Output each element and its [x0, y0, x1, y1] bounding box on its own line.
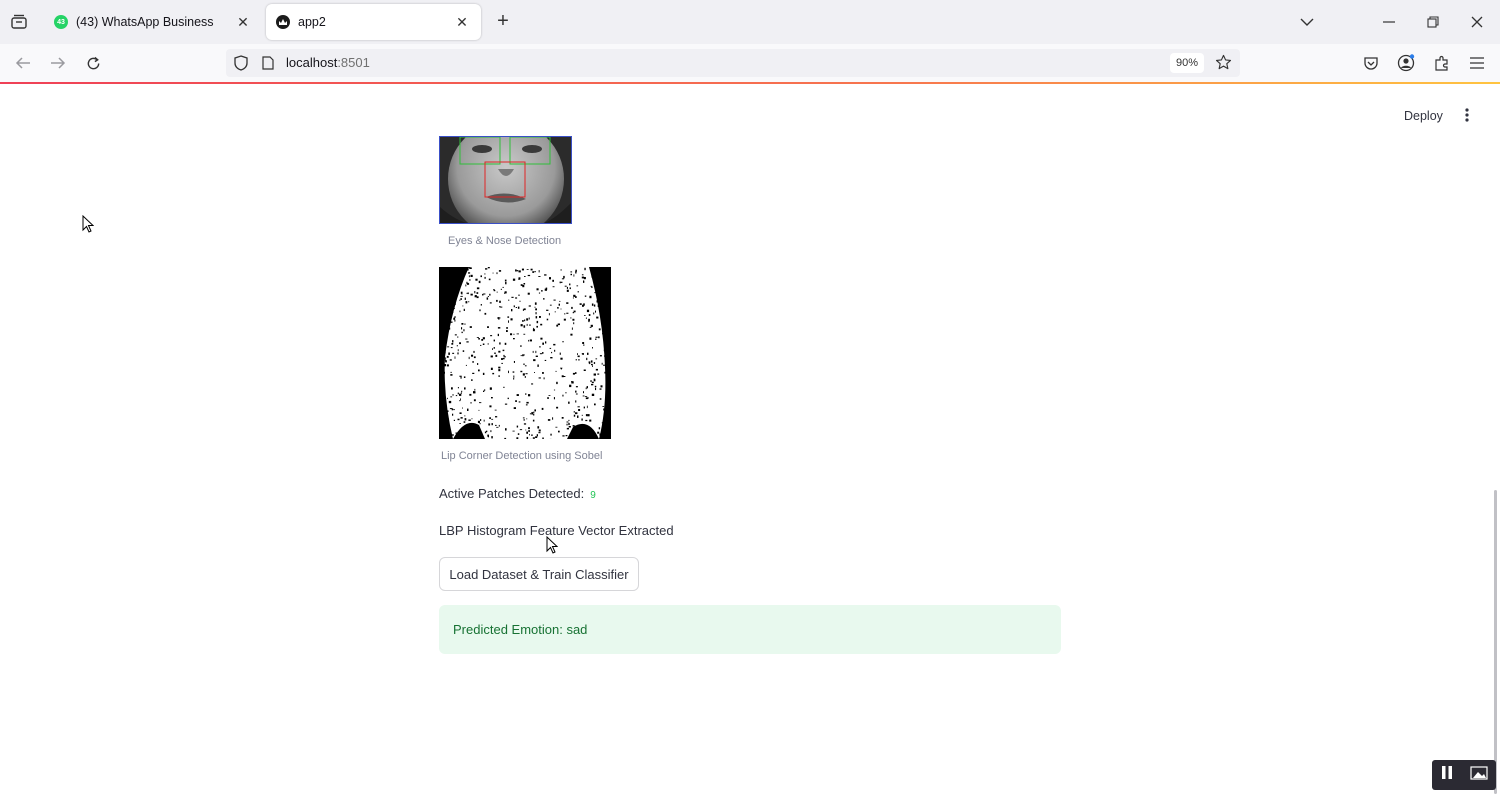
streamlit-crown-icon [276, 15, 290, 29]
tab-list-icon[interactable] [6, 9, 32, 35]
extensions-puzzle-icon[interactable] [1429, 50, 1455, 76]
zoom-level-badge[interactable]: 90% [1170, 53, 1204, 73]
page-scrollbar[interactable] [1494, 490, 1497, 794]
lip-corner-caption: Lip Corner Detection using Sobel [441, 450, 603, 462]
load-dataset-train-button[interactable]: Load Dataset & Train Classifier [439, 557, 639, 591]
whatsapp-badge-icon: 43 [54, 15, 68, 29]
deploy-button[interactable]: Deploy [1398, 105, 1449, 127]
browser-tab-bar: 43 (43) WhatsApp Business ✕ app2 ✕ + [0, 0, 1500, 44]
page-load-progress-line [0, 82, 1500, 84]
pause-icon[interactable] [1441, 766, 1453, 784]
url-text[interactable]: localhost:8501 [286, 55, 370, 70]
app-menu-hamburger-icon[interactable] [1464, 50, 1490, 76]
screen-recorder-controls [1432, 760, 1496, 790]
pocket-icon[interactable] [1358, 50, 1384, 76]
eyes-nose-detection-image [439, 136, 572, 224]
tab-title: (43) WhatsApp Business [76, 15, 214, 29]
browser-nav-bar: localhost:8501 90% [0, 44, 1500, 82]
main-menu-kebab-icon[interactable] [1458, 104, 1476, 126]
page-info-icon[interactable] [262, 56, 274, 75]
close-tab-icon[interactable]: ✕ [234, 13, 252, 31]
lip-corner-sobel-image [439, 267, 611, 439]
prediction-text: Predicted Emotion: sad [453, 622, 588, 637]
tab-title: app2 [298, 15, 326, 29]
new-tab-plus-icon[interactable]: + [492, 10, 514, 32]
mouse-cursor-icon [546, 536, 558, 554]
close-window-icon[interactable] [1463, 8, 1491, 36]
account-icon[interactable] [1393, 50, 1419, 76]
reload-icon[interactable] [80, 50, 106, 76]
tab-whatsapp-business[interactable]: 43 (43) WhatsApp Business ✕ [44, 4, 262, 40]
active-patches-text: Active Patches Detected: 9 [439, 486, 596, 501]
prediction-success-alert: Predicted Emotion: sad [439, 605, 1061, 654]
list-all-tabs-chevron-icon[interactable] [1293, 8, 1321, 36]
lbp-status-text: LBP Histogram Feature Vector Extracted [439, 523, 674, 538]
tab-app2[interactable]: app2 ✕ [266, 4, 481, 40]
active-patches-value: 9 [590, 490, 596, 501]
active-patches-label: Active Patches Detected: [439, 486, 585, 501]
mouse-cursor-icon [82, 215, 94, 233]
restore-icon[interactable] [1419, 8, 1447, 36]
back-arrow-icon[interactable] [10, 50, 36, 76]
shield-icon[interactable] [234, 55, 248, 76]
url-host: localhost [286, 55, 338, 70]
url-port: :8501 [337, 55, 370, 70]
picture-icon[interactable] [1469, 765, 1488, 785]
forward-arrow-icon[interactable] [45, 50, 71, 76]
bookmark-star-icon[interactable] [1215, 54, 1232, 76]
eyes-nose-caption: Eyes & Nose Detection [448, 235, 562, 247]
close-tab-icon[interactable]: ✕ [453, 13, 471, 31]
address-bar[interactable]: localhost:8501 90% [226, 49, 1240, 77]
minimize-icon[interactable] [1375, 8, 1403, 36]
